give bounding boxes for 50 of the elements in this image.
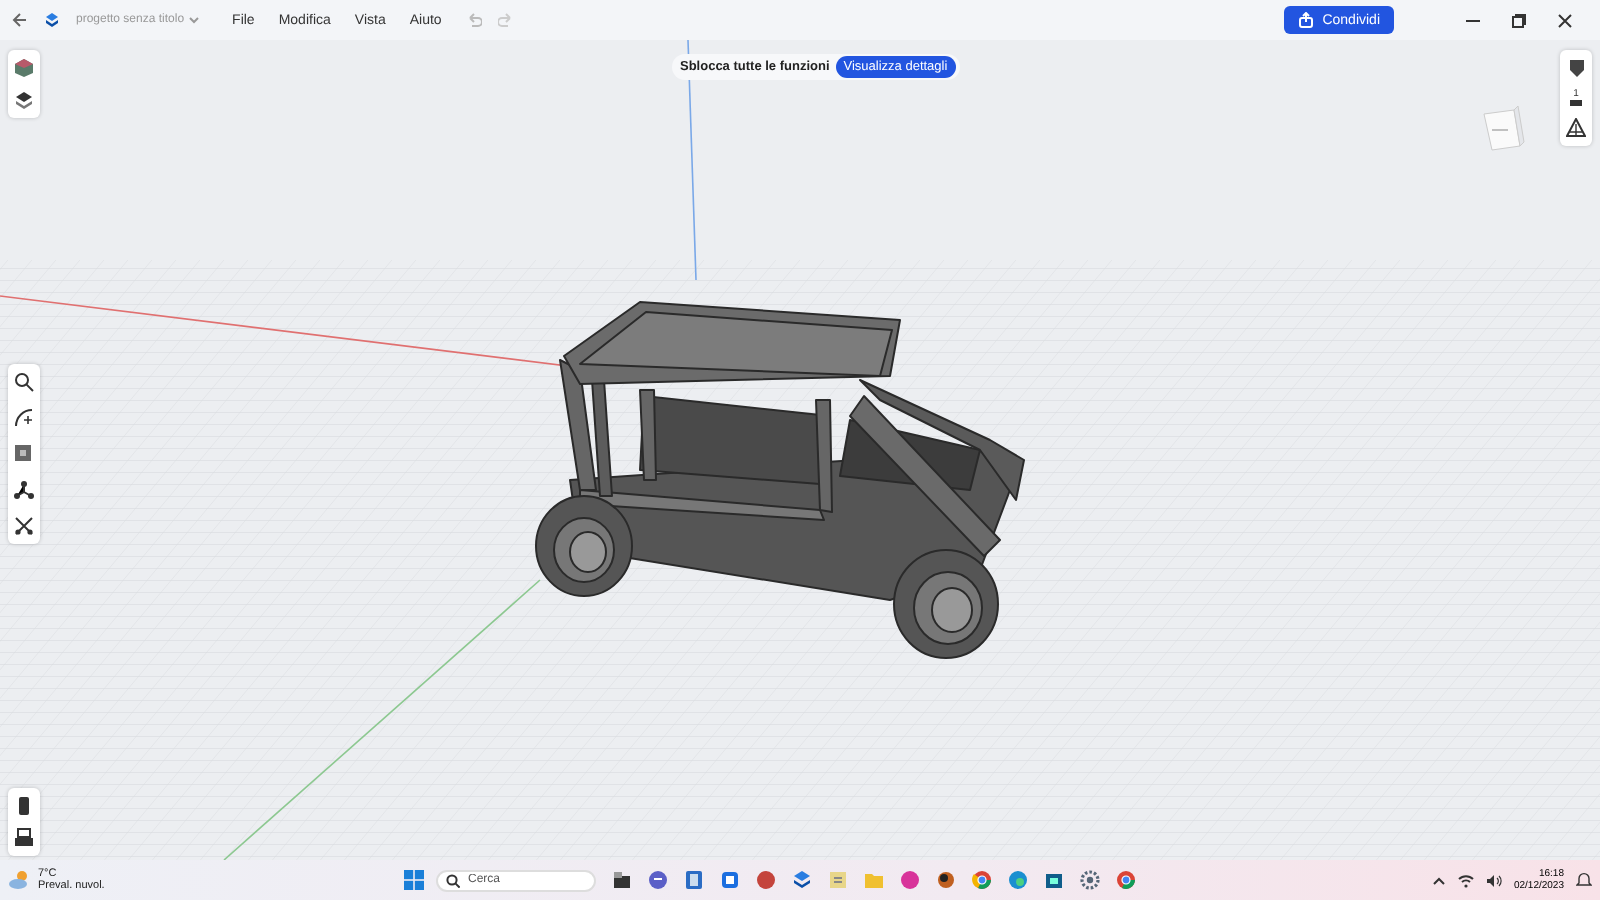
phone-icon	[14, 796, 34, 816]
cloud-sun-icon	[8, 870, 32, 890]
circle-app-icon	[756, 870, 776, 890]
bell-icon[interactable]	[1576, 872, 1592, 888]
cut-tool-button[interactable]	[14, 516, 34, 536]
taskbar-app-button[interactable]	[1044, 870, 1064, 890]
taskbar-app-button[interactable]	[792, 870, 812, 890]
search-icon	[446, 873, 460, 887]
square-icon	[14, 444, 34, 464]
home-view-button[interactable]	[1566, 118, 1586, 138]
wifi-icon[interactable]	[1457, 873, 1474, 887]
appearance-button[interactable]	[14, 58, 34, 78]
search-tool-button[interactable]	[14, 372, 34, 392]
nodes-icon	[14, 480, 34, 500]
back-arrow-icon[interactable]	[12, 12, 28, 28]
restore-icon	[1512, 13, 1526, 27]
start-button[interactable]	[404, 870, 424, 890]
chevron-down-icon	[188, 16, 201, 24]
export-button[interactable]	[14, 828, 34, 848]
store-icon	[1044, 870, 1064, 890]
search-icon	[14, 372, 34, 392]
folder-icon	[864, 870, 884, 890]
printer-icon	[14, 828, 34, 848]
app-logo-icon	[44, 12, 60, 28]
modify-tool-button[interactable]	[14, 480, 34, 500]
cube-icon	[14, 58, 34, 78]
arc-icon	[14, 408, 34, 428]
shape-tool-button[interactable]	[14, 444, 34, 464]
app-logo-icon	[792, 870, 812, 890]
sketch-tool-button[interactable]	[14, 408, 34, 428]
scale-bar-icon	[1570, 100, 1582, 106]
chevron-up-icon[interactable]	[1431, 875, 1446, 885]
gear-icon	[1080, 870, 1100, 890]
layers-icon	[14, 90, 34, 110]
file-manager-icon	[612, 870, 632, 890]
calculator-icon	[684, 870, 704, 890]
app-square-icon	[720, 870, 740, 890]
perspective-icon	[1566, 118, 1586, 138]
scissors-icon	[14, 516, 34, 536]
notepad-icon	[828, 870, 848, 890]
share-icon	[1298, 12, 1315, 28]
close-icon	[1558, 13, 1572, 27]
chat-icon	[648, 870, 668, 890]
windows-icon	[404, 870, 424, 890]
browser-icon	[972, 870, 992, 890]
layers-button[interactable]	[14, 90, 34, 110]
speaker-icon[interactable]	[1485, 873, 1502, 887]
browser-icon	[1116, 870, 1136, 890]
print-button[interactable]	[14, 796, 34, 816]
taskbar-app-button[interactable]	[612, 870, 632, 890]
